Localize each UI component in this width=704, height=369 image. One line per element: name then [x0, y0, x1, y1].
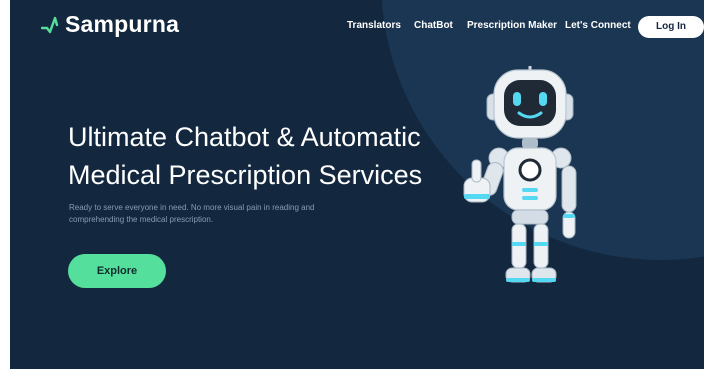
subtitle-line-1: Ready to serve everyone in need. No more…	[69, 203, 315, 212]
robot-thumbs-up-icon	[450, 66, 620, 321]
nav-link-translators[interactable]: Translators	[347, 20, 401, 31]
nav-link-prescription-maker[interactable]: Prescription Maker	[467, 20, 557, 31]
hero-subtitle: Ready to serve everyone in need. No more…	[69, 202, 369, 226]
subtitle-line-2: comprehending the medical prescription.	[69, 215, 214, 224]
page: Sampurna Translators ChatBot Prescriptio…	[0, 0, 704, 369]
headline-line-2: Medical Prescription Services	[68, 160, 423, 190]
explore-button[interactable]: Explore	[68, 254, 166, 288]
top-navigation: Translators ChatBot Prescription Maker L…	[10, 16, 704, 38]
login-button[interactable]: Log In	[638, 16, 704, 38]
nav-link-chatbot[interactable]: ChatBot	[414, 20, 453, 31]
nav-link-lets-connect[interactable]: Let's Connect	[565, 20, 631, 31]
hero-headline: Ultimate Chatbot & Automatic Medical Pre…	[68, 118, 448, 194]
headline-line-1: Ultimate Chatbot & Automatic	[68, 122, 421, 152]
hero-section: Sampurna Translators ChatBot Prescriptio…	[10, 0, 704, 369]
